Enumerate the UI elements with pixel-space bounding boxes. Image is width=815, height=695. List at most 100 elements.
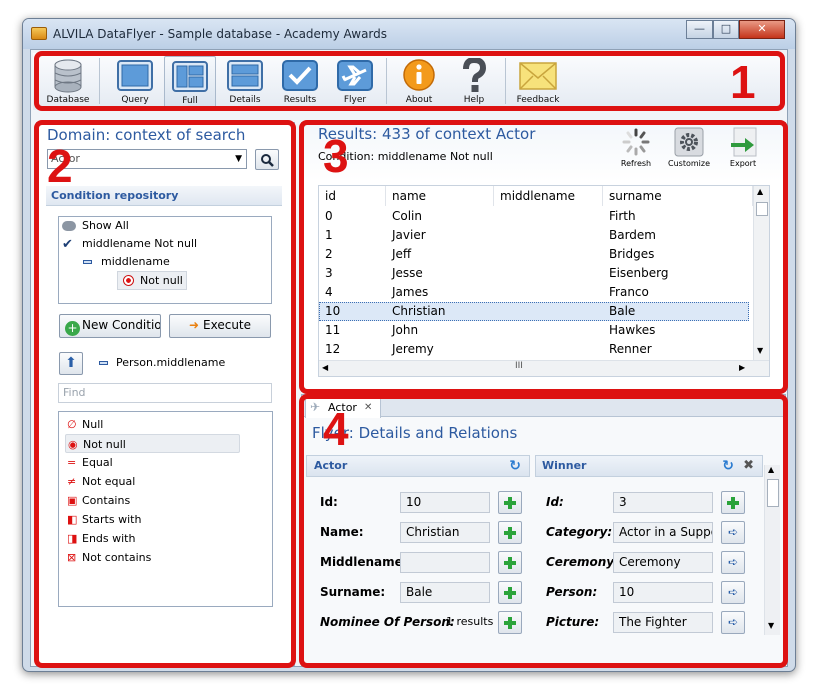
scroll-thumb[interactable] <box>756 202 768 216</box>
tree-item-middlename[interactable]: middlename <box>83 255 170 268</box>
find-input[interactable]: Find <box>58 383 272 403</box>
export-icon <box>731 127 757 157</box>
toolbar-details-button[interactable]: Details <box>219 56 271 108</box>
table-row[interactable]: 1 Javier Bardem <box>319 226 749 245</box>
scroll-grip[interactable]: III <box>515 361 523 371</box>
scroll-left-icon[interactable]: ◀ <box>322 363 328 372</box>
results-vertical-scrollbar[interactable]: ▲ ▼ <box>753 186 769 360</box>
open-relation-button[interactable]: ➪ <box>721 551 745 574</box>
maximize-button[interactable]: □ <box>713 20 739 39</box>
speech-bubble-icon <box>62 221 76 231</box>
operator-item[interactable]: = Equal <box>65 453 240 472</box>
new-condition-button[interactable]: + New Conditio <box>59 314 161 338</box>
operator-item[interactable]: ⊠ Not contains <box>65 548 240 567</box>
execute-button[interactable]: ➜ Execute <box>169 314 271 338</box>
form-field-input[interactable]: 3 <box>613 492 713 513</box>
table-row[interactable]: 2 Jeff Bridges <box>319 245 749 264</box>
form-field-input[interactable]: Actor in a Suppor <box>613 522 713 543</box>
operator-item[interactable]: ∅ Null <box>65 415 240 434</box>
add-button[interactable] <box>721 491 745 514</box>
close-button[interactable]: ✕ <box>739 20 785 39</box>
table-cell: John <box>392 323 419 337</box>
open-relation-button[interactable]: ➪ <box>721 581 745 604</box>
go-up-button[interactable]: ⬆ <box>59 352 83 375</box>
operator-item[interactable]: ◨ Ends with <box>65 529 240 548</box>
refresh-button[interactable]: Refresh <box>613 127 659 168</box>
flyer-vertical-scrollbar[interactable]: ▲ ▼ <box>764 465 780 635</box>
form-field-input[interactable]: Bale <box>400 582 490 603</box>
operator-icon: ◉ <box>68 438 78 451</box>
add-button[interactable] <box>498 521 522 544</box>
toolbar-about-button[interactable]: About <box>393 56 445 108</box>
form-field-input[interactable]: The Fighter <box>613 612 713 633</box>
column-header-id[interactable]: id <box>319 186 386 206</box>
operator-item[interactable]: ◧ Starts with <box>65 510 240 529</box>
scroll-up-icon[interactable]: ▲ <box>768 465 774 474</box>
export-button[interactable]: Export <box>720 127 766 168</box>
scroll-right-icon[interactable]: ▶ <box>739 363 745 372</box>
toolbar-help-button[interactable]: Help <box>448 56 500 108</box>
domain-select[interactable]: Actor ▼ <box>47 149 247 169</box>
operator-label: Not equal <box>82 475 136 488</box>
table-row[interactable]: 11 John Hawkes <box>319 321 749 340</box>
operator-item[interactable]: ▣ Contains <box>65 491 240 510</box>
form-field-input[interactable]: Christian <box>400 522 490 543</box>
toolbar-database-button[interactable]: Database <box>42 56 94 108</box>
minimize-button[interactable]: — <box>686 20 713 39</box>
relation-count: 1 results <box>446 615 494 628</box>
add-button[interactable] <box>498 581 522 604</box>
toolbar-full-button[interactable]: Full <box>164 56 216 108</box>
tree-item-not-null[interactable]: Not null <box>117 271 187 290</box>
column-header-middlename[interactable]: middlename <box>494 186 603 206</box>
table-cell <box>494 302 500 321</box>
toolbar-query-button[interactable]: Query <box>109 56 161 108</box>
domain-search-button[interactable] <box>255 149 279 170</box>
tree-item-middlename-not-null[interactable]: ✔ middlename Not null <box>62 237 197 252</box>
open-relation-button[interactable]: ➪ <box>721 521 745 544</box>
table-cell <box>494 226 500 245</box>
tree-item-show-all[interactable]: Show All <box>62 219 129 232</box>
form-field-input[interactable]: 10 <box>613 582 713 603</box>
toolbar-flyer-button[interactable]: Flyer <box>329 56 381 108</box>
form-field-label: Surname: <box>320 585 386 599</box>
find-placeholder: Find <box>63 386 86 399</box>
toolbar-results-button[interactable]: Results <box>274 56 326 108</box>
refresh-icon[interactable]: ↻ <box>509 456 521 476</box>
add-button[interactable] <box>498 611 522 634</box>
form-field-input[interactable]: Ceremony <box>613 552 713 573</box>
customize-button[interactable]: Customize <box>664 127 714 168</box>
table-row[interactable]: 10 Christian Bale <box>319 302 749 321</box>
column-header-surname[interactable]: surname <box>603 186 753 206</box>
table-row[interactable]: 12 Jeremy Renner <box>319 340 749 359</box>
operator-label: Not null <box>83 438 126 451</box>
column-header-name[interactable]: name <box>386 186 494 206</box>
database-icon <box>48 58 88 93</box>
table-row[interactable]: 0 Colin Firth <box>319 207 749 226</box>
refresh-icon[interactable]: ↻ <box>722 456 734 476</box>
scroll-down-icon[interactable]: ▼ <box>768 621 774 630</box>
winner-panel-header: Winner ↻ ✖ <box>535 455 763 477</box>
operator-item[interactable]: ≠ Not equal <box>65 472 240 491</box>
scroll-down-icon[interactable]: ▼ <box>757 346 763 355</box>
operator-item[interactable]: ◉ Not null <box>65 434 240 453</box>
table-row[interactable]: 4 James Franco <box>319 283 749 302</box>
toolbar-separator <box>99 58 100 104</box>
scroll-up-icon[interactable]: ▲ <box>757 187 763 196</box>
close-icon[interactable]: ✖ <box>743 456 754 476</box>
callout-number-4: 4 <box>323 403 349 455</box>
tab-close-icon[interactable]: ✕ <box>364 398 372 417</box>
toolbar-label: Full <box>182 96 198 106</box>
toolbar-label: Help <box>463 95 485 105</box>
table-row[interactable]: 3 Jesse Eisenberg <box>319 264 749 283</box>
form-field-input[interactable] <box>400 552 490 573</box>
toolbar-feedback-button[interactable]: Feedback <box>512 56 564 108</box>
add-button[interactable] <box>498 551 522 574</box>
scroll-thumb[interactable] <box>767 479 779 507</box>
add-button[interactable] <box>498 491 522 514</box>
form-field-input[interactable]: 10 <box>400 492 490 513</box>
full-layout-icon <box>170 59 210 94</box>
open-relation-button[interactable]: ➪ <box>721 611 745 634</box>
field-icon <box>83 260 92 264</box>
results-horizontal-scrollbar[interactable]: ◀ III ▶ <box>319 360 769 376</box>
actor-panel-header: Actor ↻ <box>306 455 530 477</box>
